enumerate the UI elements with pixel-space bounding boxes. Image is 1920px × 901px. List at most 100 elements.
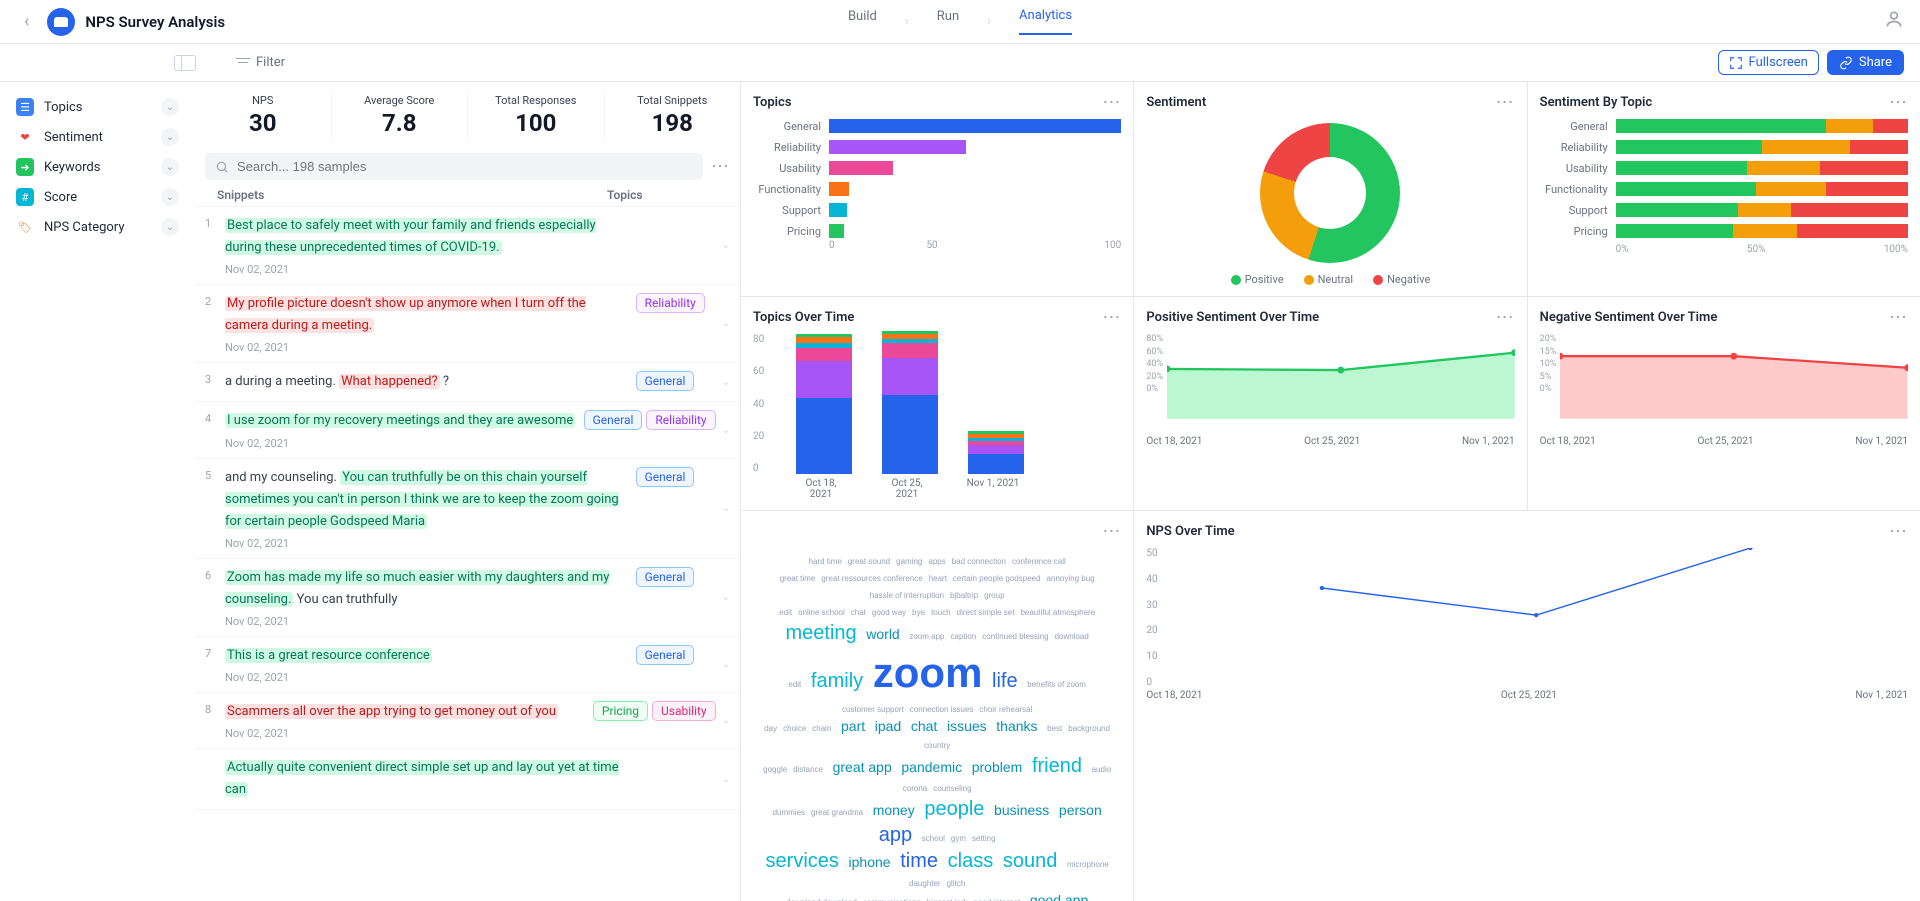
card-more-icon[interactable]: ⋯ (1889, 521, 1908, 542)
sidebar-item-cat[interactable]: 🏷NPS Category⌄ (8, 212, 187, 242)
topic-tag[interactable]: General (636, 371, 695, 391)
search-input[interactable] (237, 159, 693, 174)
seg-neutral (1738, 203, 1791, 217)
col-seg-reliability (796, 361, 852, 398)
card-more-icon[interactable]: ⋯ (1889, 92, 1908, 113)
table-row[interactable]: 1Best place to safely meet with your fam… (195, 207, 740, 285)
table-row[interactable]: 7This is a great resource conference Nov… (195, 637, 740, 693)
sidebar-toggle-icon[interactable] (174, 55, 196, 71)
table-row[interactable]: Actually quite convenient direct simple … (195, 749, 740, 810)
topic-tag[interactable]: General (636, 467, 695, 487)
card-more-icon[interactable]: ⋯ (1102, 307, 1121, 328)
back-button[interactable]: ‹ (16, 7, 37, 36)
sidebar-item-keywords[interactable]: ➜Keywords⌄ (8, 152, 187, 182)
sidebar-item-topics[interactable]: ☰Topics⌄ (8, 92, 187, 122)
user-avatar-icon[interactable] (1884, 9, 1904, 34)
snippet-highlight: This is a great resource conference (225, 648, 432, 663)
nav-run[interactable]: Run (937, 9, 959, 34)
kpi-label: Average Score (332, 94, 468, 107)
filter-label: Filter (256, 55, 285, 70)
tick: 60 (753, 366, 764, 377)
snippet-highlight: What happened? (339, 374, 440, 389)
snippet-text: a during a meeting. (225, 374, 339, 389)
chevron-down-icon[interactable]: ⌄ (722, 659, 730, 670)
tick: 0 (753, 463, 764, 474)
row-index: 2 (205, 293, 219, 354)
table-row[interactable]: 4I use zoom for my recovery meetings and… (195, 402, 740, 458)
sbt-title: Sentiment By Topic (1540, 95, 1653, 110)
pos-area-chart (1167, 334, 1515, 434)
chevron-down-icon: ⌄ (161, 188, 179, 206)
topic-tag[interactable]: Reliability (636, 293, 705, 313)
snippet-highlight: My profile picture doesn't show up anymo… (225, 296, 586, 333)
tick: 80 (753, 334, 764, 345)
table-row[interactable]: 5and my counseling. You can truthfully b… (195, 459, 740, 559)
topic-tag[interactable]: General (584, 410, 643, 430)
topic-tag[interactable]: Pricing (593, 701, 648, 721)
topic-tag[interactable]: General (636, 645, 695, 665)
tick: 0% (1616, 244, 1629, 255)
chevron-down-icon[interactable]: ⌄ (722, 425, 730, 436)
bar-fill (829, 161, 893, 175)
row-index: 8 (205, 701, 219, 740)
top-nav: Build › Run › Analytics (848, 8, 1072, 35)
chevron-down-icon[interactable]: ⌄ (722, 774, 730, 785)
topic-tag[interactable]: Usability (652, 701, 716, 721)
fullscreen-button[interactable]: Fullscreen (1718, 50, 1819, 75)
snippets-list: 1Best place to safely meet with your fam… (195, 207, 740, 901)
seg-neutral (1747, 161, 1820, 175)
col-seg-reliability (882, 358, 938, 395)
nav-analytics[interactable]: Analytics (1019, 8, 1072, 35)
npsot-title: NPS Over Time (1146, 524, 1234, 539)
table-row[interactable]: 6Zoom has made my life so much easier wi… (195, 559, 740, 637)
card-topics: Topics⋯ GeneralReliabilityUsabilityFunct… (741, 82, 1133, 296)
share-label: Share (1859, 55, 1892, 70)
filter-button[interactable]: Filter (236, 55, 285, 70)
seg-negative (1791, 203, 1908, 217)
seg-positive (1616, 224, 1733, 238)
wordcloud-body: hard timegreat soundgamingappsbad connec… (753, 548, 1121, 901)
topic-tag[interactable]: Reliability (646, 410, 715, 430)
seg-negative (1820, 161, 1908, 175)
sbt-bar-functionality: Functionality (1540, 182, 1908, 196)
chevron-down-icon: ⌄ (161, 98, 179, 116)
tick: Nov 1, 2021 (965, 478, 1021, 500)
search-more-icon[interactable]: ⋯ (711, 156, 730, 177)
sbt-bar-general: General (1540, 119, 1908, 133)
snippet-text: You can truthfully (297, 592, 398, 607)
card-topics-over-time: Topics Over Time⋯ 806040200 Oct 18, 2021… (741, 297, 1133, 510)
nav-build[interactable]: Build (848, 9, 877, 34)
negot-title: Negative Sentiment Over Time (1540, 310, 1718, 325)
keywords-icon: ➜ (16, 158, 34, 176)
bar-label: Usability (753, 162, 821, 175)
table-row[interactable]: 3a during a meeting. What happened? ? Ge… (195, 363, 740, 402)
card-more-icon[interactable]: ⋯ (1102, 521, 1121, 542)
table-row[interactable]: 2My profile picture doesn't show up anym… (195, 285, 740, 363)
card-more-icon[interactable]: ⋯ (1496, 307, 1515, 328)
chevron-down-icon: ⌄ (161, 158, 179, 176)
card-more-icon[interactable]: ⋯ (1102, 92, 1121, 113)
card-more-icon[interactable]: ⋯ (1889, 307, 1908, 328)
seg-neutral (1762, 140, 1850, 154)
sidebar-item-score[interactable]: #Score⌄ (8, 182, 187, 212)
chevron-down-icon[interactable]: ⌄ (722, 240, 730, 251)
topic-tag[interactable]: General (636, 567, 695, 587)
card-sentiment-by-topic: Sentiment By Topic⋯ GeneralReliabilityUs… (1528, 82, 1920, 296)
share-button[interactable]: Share (1827, 50, 1904, 75)
row-index: 3 (205, 371, 219, 393)
chevron-down-icon[interactable]: ⌄ (722, 592, 730, 603)
chevron-down-icon[interactable]: ⌄ (722, 377, 730, 388)
sentiment-icon: ❤ (16, 128, 34, 146)
sidebar-item-sentiment[interactable]: ❤Sentiment⌄ (8, 122, 187, 152)
posot-title: Positive Sentiment Over Time (1146, 310, 1319, 325)
stacked-col (796, 334, 852, 474)
chevron-down-icon[interactable]: ⌄ (722, 318, 730, 329)
chevron-down-icon[interactable]: ⌄ (722, 503, 730, 514)
search-icon (215, 160, 229, 174)
card-nps-over-time: NPS Over Time⋯ 50403020100 Oct 18, 2021O… (1134, 511, 1920, 901)
topics-title: Topics (753, 95, 792, 110)
card-more-icon[interactable]: ⋯ (1496, 92, 1515, 113)
table-row[interactable]: 8Scammers all over the app trying to get… (195, 693, 740, 749)
chevron-down-icon[interactable]: ⌄ (722, 715, 730, 726)
search-input-wrap[interactable] (205, 153, 703, 180)
